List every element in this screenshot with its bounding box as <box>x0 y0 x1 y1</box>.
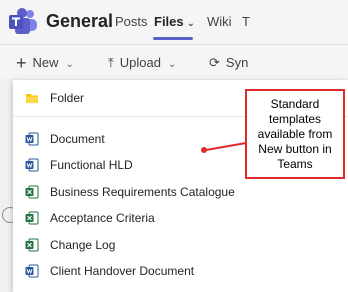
callout-line: templates <box>268 112 322 126</box>
callout-line: Standard <box>270 97 320 111</box>
annotation-callout: Standard templates available from New bu… <box>245 89 345 179</box>
callout-line: New button in <box>258 142 332 156</box>
callout-line: Teams <box>277 157 313 171</box>
callout-line: available from <box>257 127 333 141</box>
